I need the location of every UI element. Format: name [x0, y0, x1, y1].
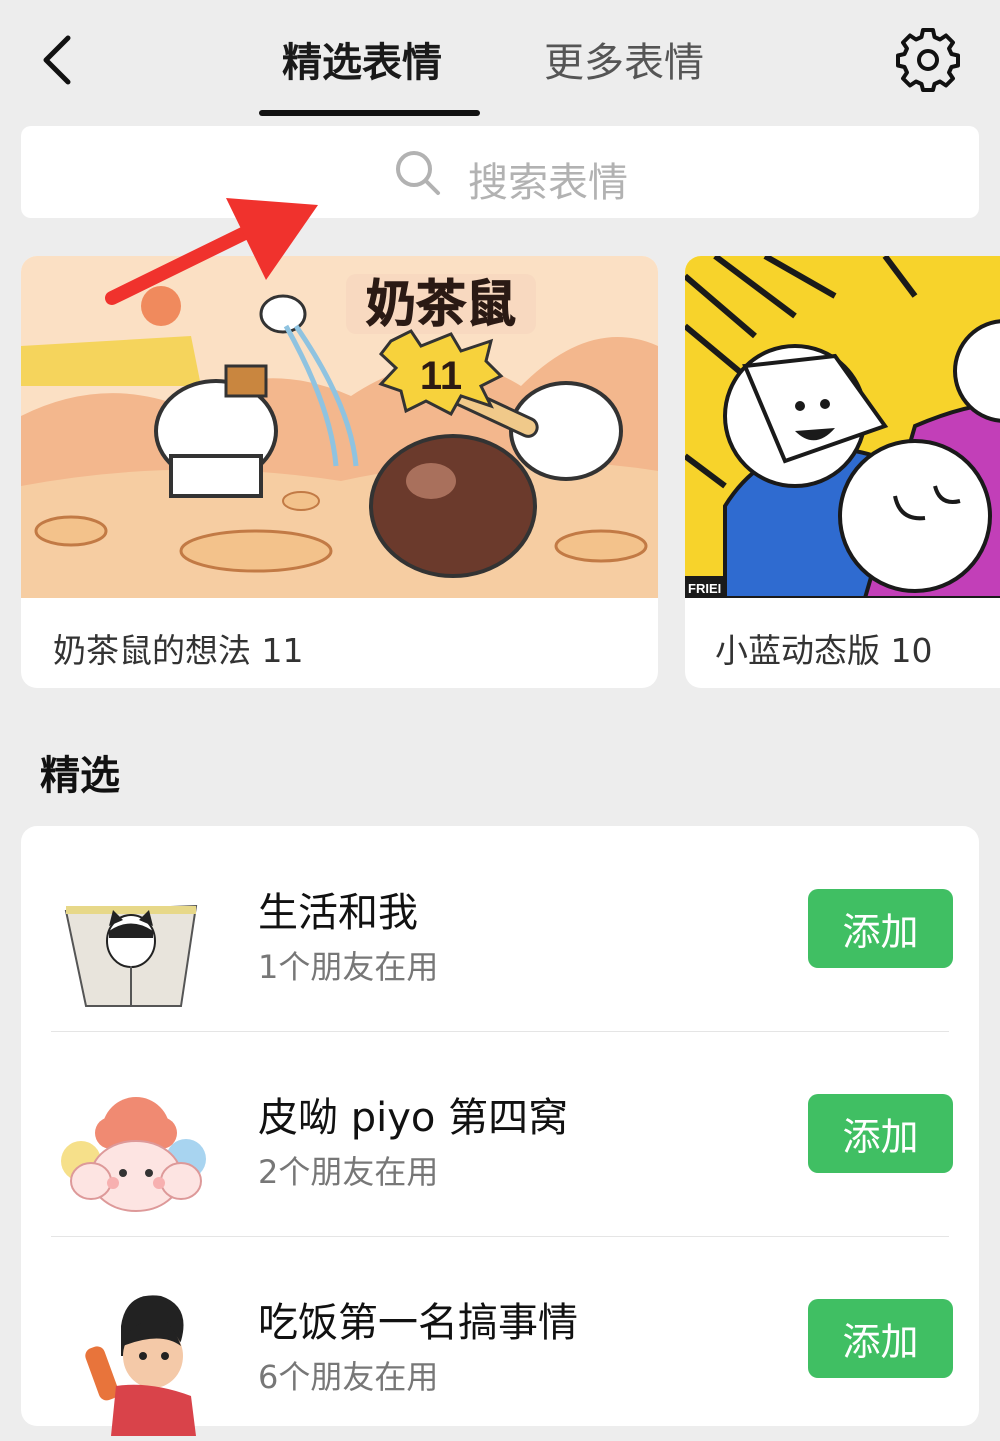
section-title-featured: 精选 [40, 753, 120, 799]
pack-usage: 6个朋友在用 [258, 1358, 439, 1396]
gear-icon[interactable] [896, 28, 960, 92]
banner-logo-text: 奶茶鼠 [366, 276, 516, 332]
list-item[interactable]: 生活和我 1个朋友在用 添加 [21, 826, 979, 1031]
pack-name: 生活和我 [258, 890, 418, 936]
list-item[interactable]: 皮呦 piyo 第四窝 2个朋友在用 添加 [21, 1031, 979, 1236]
sticker-thumbnail [85, 1295, 196, 1436]
sticker-thumbnail [64, 904, 198, 1007]
banner-card-xiaolan[interactable]: FRIEI 小蓝动态版 10 [685, 256, 1000, 688]
pack-name: 皮呦 piyo 第四窝 [258, 1095, 569, 1141]
sticker-pack-list: 生活和我 1个朋友在用 添加 皮呦 piyo 第四窝 2个朋友在用 添加 吃饭第… [21, 826, 979, 1436]
add-button[interactable]: 添加 [808, 889, 953, 968]
add-button[interactable]: 添加 [808, 1299, 953, 1378]
sticker-thumbnail [61, 1097, 206, 1212]
search-icon [396, 151, 440, 195]
pack-usage: 2个朋友在用 [258, 1153, 439, 1191]
pack-usage: 1个朋友在用 [258, 948, 439, 986]
list-item[interactable]: 吃饭第一名搞事情 6个朋友在用 添加 [21, 1236, 979, 1441]
banner-logo-number: 11 [420, 354, 462, 398]
banner-title: 奶茶鼠的想法 11 [53, 631, 304, 670]
pack-name: 吃饭第一名搞事情 [258, 1300, 578, 1346]
chevron-left-icon[interactable] [30, 28, 90, 92]
banner-card-milk-tea-mouse[interactable]: 奶茶鼠 11 奶茶鼠的想法 11 [21, 256, 658, 688]
search-bar[interactable]: 搜索表情 [21, 126, 979, 218]
banner-artwork: FRIEI [685, 256, 1000, 598]
banner-brand-text: FRIEI [688, 581, 721, 596]
banner-title: 小蓝动态版 10 [715, 631, 933, 670]
tab-more-stickers[interactable]: 更多表情 [544, 30, 704, 88]
active-tab-indicator [259, 110, 480, 116]
top-bar: 精选表情 更多表情 [0, 0, 1000, 125]
search-placeholder: 搜索表情 [468, 160, 628, 206]
banner-artwork: 奶茶鼠 11 [21, 256, 658, 598]
add-button[interactable]: 添加 [808, 1094, 953, 1173]
tab-featured-stickers[interactable]: 精选表情 [282, 30, 442, 88]
